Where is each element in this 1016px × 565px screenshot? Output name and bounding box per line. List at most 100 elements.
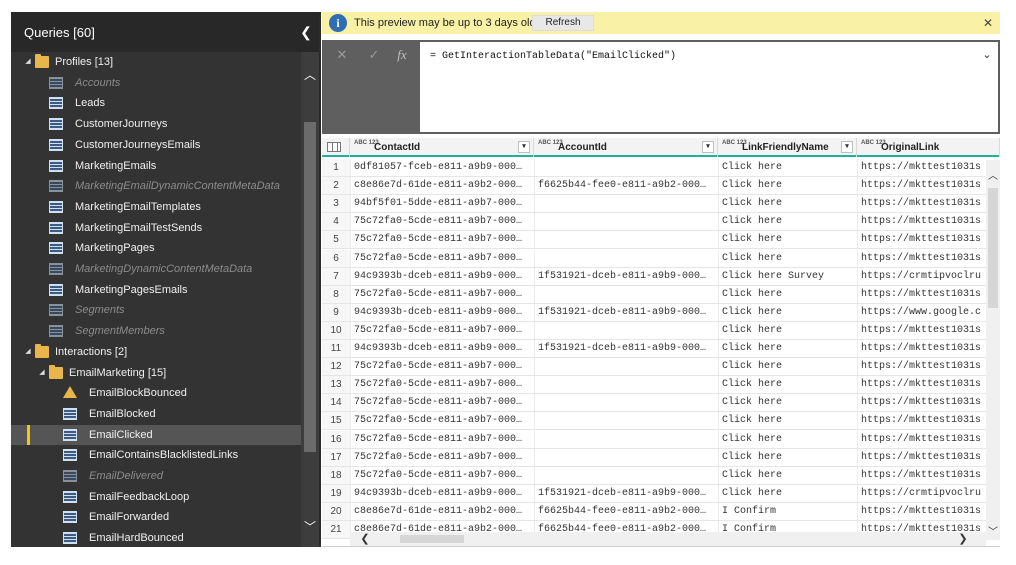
table-row[interactable]: 13 75c72fa0-5cde-e811-a9b7-000… Click here… <box>322 376 1000 395</box>
column-header[interactable]: ABC 123 ContactId ▾ <box>350 138 534 157</box>
table-cell[interactable]: Click here <box>718 358 857 376</box>
table-row[interactable]: 14 75c72fa0-5cde-e811-a9b7-000… Click here… <box>322 394 1000 413</box>
table-cell[interactable]: I Confirm <box>718 502 857 520</box>
table-row[interactable]: 2 c8e86e7d-61de-e811-a9b2-000… f6625b44-fe… <box>322 177 1000 196</box>
table-row[interactable]: 16 75c72fa0-5cde-e811-a9b7-000… Click here… <box>322 430 1000 449</box>
tree-item[interactable]: EmailHardBounced <box>11 528 301 547</box>
table-cell[interactable] <box>534 412 718 430</box>
table-cell[interactable]: Click here <box>718 231 857 249</box>
tree-item[interactable]: Segments <box>11 300 301 320</box>
column-filter-icon[interactable]: ▾ <box>518 141 530 153</box>
scrollbar-thumb[interactable] <box>304 122 316 452</box>
tree-item[interactable]: EmailContainsBlacklistedLinks <box>11 445 301 465</box>
tree-folder[interactable]: ◢ EmailMarketing [15] <box>11 363 301 383</box>
tree-item[interactable]: EmailBlockBounced <box>11 383 301 403</box>
scrollbar-thumb[interactable] <box>400 535 464 543</box>
table-cell[interactable]: 94c9393b-dceb-e811-a9b9-000… <box>350 303 534 321</box>
table-cell[interactable]: https://mkttest1031s <box>857 412 1000 430</box>
scroll-up-icon[interactable]: ︿ <box>986 170 1000 184</box>
table-cell[interactable]: Click here <box>718 394 857 412</box>
table-row[interactable]: 4 75c72fa0-5cde-e811-a9b7-000… Click here h… <box>322 213 1000 232</box>
fx-icon[interactable]: fx <box>390 46 414 64</box>
table-cell[interactable]: 75c72fa0-5cde-e811-a9b7-000… <box>350 321 534 339</box>
table-cell[interactable] <box>534 394 718 412</box>
table-row[interactable]: 10 75c72fa0-5cde-e811-a9b7-000… Click here… <box>322 321 1000 340</box>
table-cell[interactable]: https://www.google.c <box>857 303 1000 321</box>
table-cell[interactable]: f6625b44-fee0-e811-a9b2-000… <box>534 502 718 520</box>
table-cell[interactable]: https://mkttest1031s <box>857 321 1000 339</box>
expand-formula-icon[interactable]: ⌄ <box>980 48 994 62</box>
scroll-up-icon[interactable]: ︿ <box>301 66 319 84</box>
tree-item[interactable]: MarketingEmails <box>11 156 301 176</box>
table-cell[interactable]: https://mkttest1031s <box>857 159 1000 176</box>
column-header[interactable]: ABC 123 OriginalLink <box>857 138 1000 157</box>
table-cell[interactable]: Click here <box>718 285 857 303</box>
table-cell[interactable]: 94c9393b-dceb-e811-a9b9-000… <box>350 484 534 502</box>
table-cell[interactable]: c8e86e7d-61de-e811-a9b2-000… <box>350 177 534 195</box>
scroll-right-icon[interactable]: ❯ <box>956 532 970 546</box>
tree-item[interactable]: EmailForwarded <box>11 507 301 527</box>
table-cell[interactable]: https://mkttest1031s <box>857 213 1000 231</box>
tree-item[interactable]: EmailBlocked <box>11 404 301 424</box>
table-cell[interactable]: Click here <box>718 321 857 339</box>
table-cell[interactable]: 1f531921-dceb-e811-a9b9-000… <box>534 484 718 502</box>
table-cell[interactable]: https://mkttest1031s <box>857 195 1000 213</box>
expand-arrow-icon[interactable]: ◢ <box>23 342 33 362</box>
grid-horizontal-scrollbar[interactable]: ❮ ❯ <box>350 532 986 546</box>
column-filter-icon[interactable]: ▾ <box>702 141 714 153</box>
table-cell[interactable]: 1f531921-dceb-e811-a9b9-000… <box>534 303 718 321</box>
table-cell[interactable]: 0df81057-fceb-e811-a9b9-000… <box>350 159 534 176</box>
table-cell[interactable]: https://mkttest1031s <box>857 466 1000 484</box>
tree-item[interactable]: EmailDelivered <box>11 466 301 486</box>
table-menu-button[interactable] <box>322 138 350 157</box>
scrollbar-thumb[interactable] <box>988 188 998 308</box>
table-row[interactable]: 8 75c72fa0-5cde-e811-a9b7-000… Click here h… <box>322 285 1000 304</box>
scroll-down-icon[interactable]: ﹀ <box>301 518 319 536</box>
table-cell[interactable]: f6625b44-fee0-e811-a9b2-000… <box>534 177 718 195</box>
table-cell[interactable]: Click here <box>718 412 857 430</box>
table-cell[interactable]: https://mkttest1031s <box>857 448 1000 466</box>
table-row[interactable]: 17 75c72fa0-5cde-e811-a9b7-000… Click here… <box>322 448 1000 467</box>
table-cell[interactable]: 75c72fa0-5cde-e811-a9b7-000… <box>350 394 534 412</box>
table-cell[interactable]: https://mkttest1031s <box>857 394 1000 412</box>
table-cell[interactable] <box>534 285 718 303</box>
table-cell[interactable]: https://mkttest1031s <box>857 231 1000 249</box>
table-cell[interactable]: https://mkttest1031s <box>857 502 1000 520</box>
close-icon[interactable]: ✕ <box>980 14 996 32</box>
table-row[interactable]: 12 75c72fa0-5cde-e811-a9b7-000… Click here… <box>322 358 1000 377</box>
tree-item[interactable]: MarketingEmailTestSends <box>11 218 301 238</box>
tree-item[interactable]: CustomerJourneys <box>11 114 301 134</box>
table-cell[interactable]: https://crmtipvoclru <box>857 484 1000 502</box>
table-cell[interactable]: https://mkttest1031s <box>857 177 1000 195</box>
table-row[interactable]: 15 75c72fa0-5cde-e811-a9b7-000… Click here… <box>322 412 1000 431</box>
tree-folder[interactable]: ◢ Profiles [13] <box>11 52 301 72</box>
table-cell[interactable]: https://mkttest1031s <box>857 358 1000 376</box>
tree-item[interactable]: MarketingEmailTemplates <box>11 197 301 217</box>
table-cell[interactable] <box>534 249 718 267</box>
refresh-button[interactable]: Refresh <box>532 15 594 31</box>
table-cell[interactable]: Click here <box>718 376 857 394</box>
tree-item[interactable]: MarketingEmailDynamicContentMetaData <box>11 176 301 196</box>
table-cell[interactable]: Click here <box>718 448 857 466</box>
table-row[interactable]: 11 94c9393b-dceb-e811-a9b9-000… 1f531921-d… <box>322 340 1000 358</box>
table-cell[interactable]: 75c72fa0-5cde-e811-a9b7-000… <box>350 466 534 484</box>
table-cell[interactable]: 75c72fa0-5cde-e811-a9b7-000… <box>350 430 534 448</box>
table-row[interactable]: 6 75c72fa0-5cde-e811-a9b7-000… Click here h… <box>322 249 1000 268</box>
table-cell[interactable]: Click here <box>718 430 857 448</box>
table-cell[interactable]: Click here <box>718 340 857 357</box>
table-cell[interactable]: 94c9393b-dceb-e811-a9b9-000… <box>350 340 534 357</box>
table-cell[interactable]: 75c72fa0-5cde-e811-a9b7-000… <box>350 448 534 466</box>
table-cell[interactable]: 75c72fa0-5cde-e811-a9b7-000… <box>350 249 534 267</box>
table-cell[interactable]: https://mkttest1031s <box>857 340 1000 357</box>
table-row[interactable]: 19 94c9393b-dceb-e811-a9b9-000… 1f531921-d… <box>322 484 1000 503</box>
table-cell[interactable]: https://crmtipvoclru <box>857 267 1000 285</box>
tree-item[interactable]: Accounts <box>11 73 301 93</box>
panel-divider[interactable] <box>319 12 321 547</box>
table-cell[interactable]: Click here <box>718 159 857 176</box>
table-row[interactable]: 9 94c9393b-dceb-e811-a9b9-000… 1f531921-dc… <box>322 303 1000 322</box>
table-cell[interactable] <box>534 448 718 466</box>
table-cell[interactable]: https://mkttest1031s <box>857 285 1000 303</box>
table-cell[interactable]: 1f531921-dceb-e811-a9b9-000… <box>534 267 718 285</box>
tree-item[interactable]: EmailFeedbackLoop <box>11 487 301 507</box>
grid-vertical-scrollbar[interactable]: ︿ ﹀ <box>986 160 1000 540</box>
